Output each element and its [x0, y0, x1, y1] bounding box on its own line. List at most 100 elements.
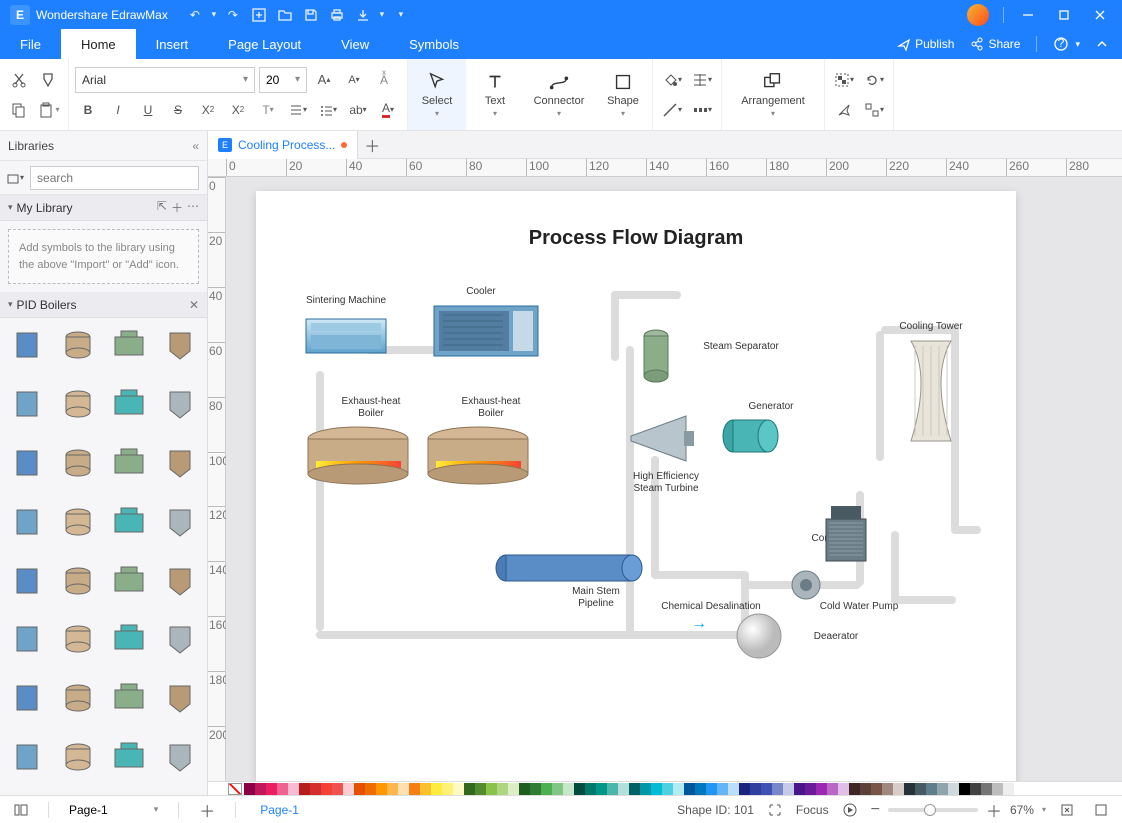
case-button[interactable]: T▾	[255, 97, 281, 123]
font-color-button[interactable]: A▾	[375, 97, 401, 123]
menu-home[interactable]: Home	[61, 29, 136, 59]
library-shape[interactable]	[55, 501, 100, 543]
library-shape[interactable]	[4, 560, 49, 602]
close-button[interactable]	[1082, 1, 1118, 29]
page-tab[interactable]: Page-1	[250, 803, 309, 817]
undo-button[interactable]: ↶	[182, 2, 208, 28]
library-shape[interactable]	[107, 560, 152, 602]
color-swatch[interactable]	[255, 783, 266, 795]
focus-button[interactable]	[762, 797, 788, 823]
page[interactable]: Process Flow Diagram	[256, 191, 1016, 781]
avatar[interactable]	[967, 4, 989, 26]
subscript-button[interactable]: X2	[225, 97, 251, 123]
connector-tool[interactable]: Connector▾	[524, 59, 594, 130]
new-button[interactable]	[246, 2, 272, 28]
undo-dropdown[interactable]: ▾	[208, 2, 220, 28]
collapse-libraries-icon[interactable]: «	[192, 139, 199, 153]
color-swatch[interactable]	[970, 783, 981, 795]
add-page-button[interactable]: ＋	[193, 798, 221, 822]
highlight-button[interactable]: ab▾	[345, 97, 371, 123]
library-shape[interactable]	[55, 618, 100, 660]
menu-file[interactable]: File	[0, 29, 61, 59]
library-shape[interactable]	[107, 677, 152, 719]
color-swatch[interactable]	[761, 783, 772, 795]
export-button[interactable]	[350, 2, 376, 28]
arrangement-tool[interactable]: Arrangement▾	[728, 67, 818, 122]
color-swatch[interactable]	[453, 783, 464, 795]
color-swatch[interactable]	[684, 783, 695, 795]
copy-button[interactable]	[6, 97, 32, 123]
close-section-icon[interactable]: ✕	[189, 298, 199, 312]
color-swatch[interactable]	[1003, 783, 1014, 795]
color-swatch[interactable]	[959, 783, 970, 795]
color-swatch[interactable]	[893, 783, 904, 795]
line-spacing-button[interactable]: ▾	[285, 97, 311, 123]
outline-button[interactable]	[8, 797, 34, 823]
library-shape[interactable]	[158, 501, 203, 543]
library-shape[interactable]	[4, 736, 49, 778]
color-swatch[interactable]	[343, 783, 354, 795]
color-swatch[interactable]	[640, 783, 651, 795]
color-swatch[interactable]	[662, 783, 673, 795]
color-swatch[interactable]	[508, 783, 519, 795]
color-swatch[interactable]	[651, 783, 662, 795]
color-swatch[interactable]	[266, 783, 277, 795]
help-button[interactable]: ?▾	[1047, 29, 1086, 59]
library-shape[interactable]	[55, 442, 100, 484]
select-tool[interactable]: Select▾	[408, 59, 466, 130]
library-shape[interactable]	[55, 736, 100, 778]
color-swatch[interactable]	[607, 783, 618, 795]
color-swatch[interactable]	[530, 783, 541, 795]
library-shape[interactable]	[55, 383, 100, 425]
library-shape[interactable]	[55, 324, 100, 366]
color-swatch[interactable]	[728, 783, 739, 795]
color-swatch[interactable]	[717, 783, 728, 795]
shape-cooling-tower[interactable]	[901, 336, 961, 446]
library-shape[interactable]	[107, 442, 152, 484]
color-swatch[interactable]	[519, 783, 530, 795]
zoom-out-button[interactable]: −	[871, 801, 880, 819]
library-shape[interactable]	[158, 677, 203, 719]
color-swatch[interactable]	[552, 783, 563, 795]
color-swatch[interactable]	[816, 783, 827, 795]
color-swatch[interactable]	[695, 783, 706, 795]
canvas[interactable]: Process Flow Diagram	[226, 177, 1122, 781]
library-shape[interactable]	[4, 501, 49, 543]
pid-boilers-section[interactable]: ▾PID Boilers✕	[0, 292, 207, 318]
fit-page-button[interactable]	[1054, 797, 1080, 823]
color-swatch[interactable]	[563, 783, 574, 795]
style-button[interactable]	[831, 97, 857, 123]
color-swatch[interactable]	[409, 783, 420, 795]
shape-sintering[interactable]	[301, 311, 391, 361]
my-library-section[interactable]: ▾My Library⇱＋⋯	[0, 195, 207, 221]
library-shape[interactable]	[107, 618, 152, 660]
color-swatch[interactable]	[981, 783, 992, 795]
color-swatch[interactable]	[772, 783, 783, 795]
color-swatch[interactable]	[871, 783, 882, 795]
color-swatch[interactable]	[838, 783, 849, 795]
color-swatch[interactable]	[387, 783, 398, 795]
shape-deaerator[interactable]	[734, 611, 784, 661]
library-shape[interactable]	[55, 677, 100, 719]
font-size-select[interactable]: 20▾	[259, 67, 307, 93]
font-select[interactable]: Arial▾	[75, 67, 255, 93]
superscript-button[interactable]: X2	[195, 97, 221, 123]
library-shape[interactable]	[107, 736, 152, 778]
color-swatch[interactable]	[673, 783, 684, 795]
format-painter-button[interactable]	[36, 67, 62, 93]
library-shape[interactable]	[4, 324, 49, 366]
color-swatch[interactable]	[354, 783, 365, 795]
save-button[interactable]	[298, 2, 324, 28]
cut-button[interactable]	[6, 67, 32, 93]
color-swatch[interactable]	[739, 783, 750, 795]
minimize-button[interactable]	[1010, 1, 1046, 29]
library-shape[interactable]	[4, 618, 49, 660]
library-shape[interactable]	[158, 383, 203, 425]
menu-page-layout[interactable]: Page Layout	[208, 29, 321, 59]
redo-button[interactable]: ↷	[220, 2, 246, 28]
open-button[interactable]	[272, 2, 298, 28]
menu-symbols[interactable]: Symbols	[389, 29, 479, 59]
color-swatch[interactable]	[365, 783, 376, 795]
shape-main-stem[interactable]	[494, 553, 644, 583]
menu-view[interactable]: View	[321, 29, 389, 59]
